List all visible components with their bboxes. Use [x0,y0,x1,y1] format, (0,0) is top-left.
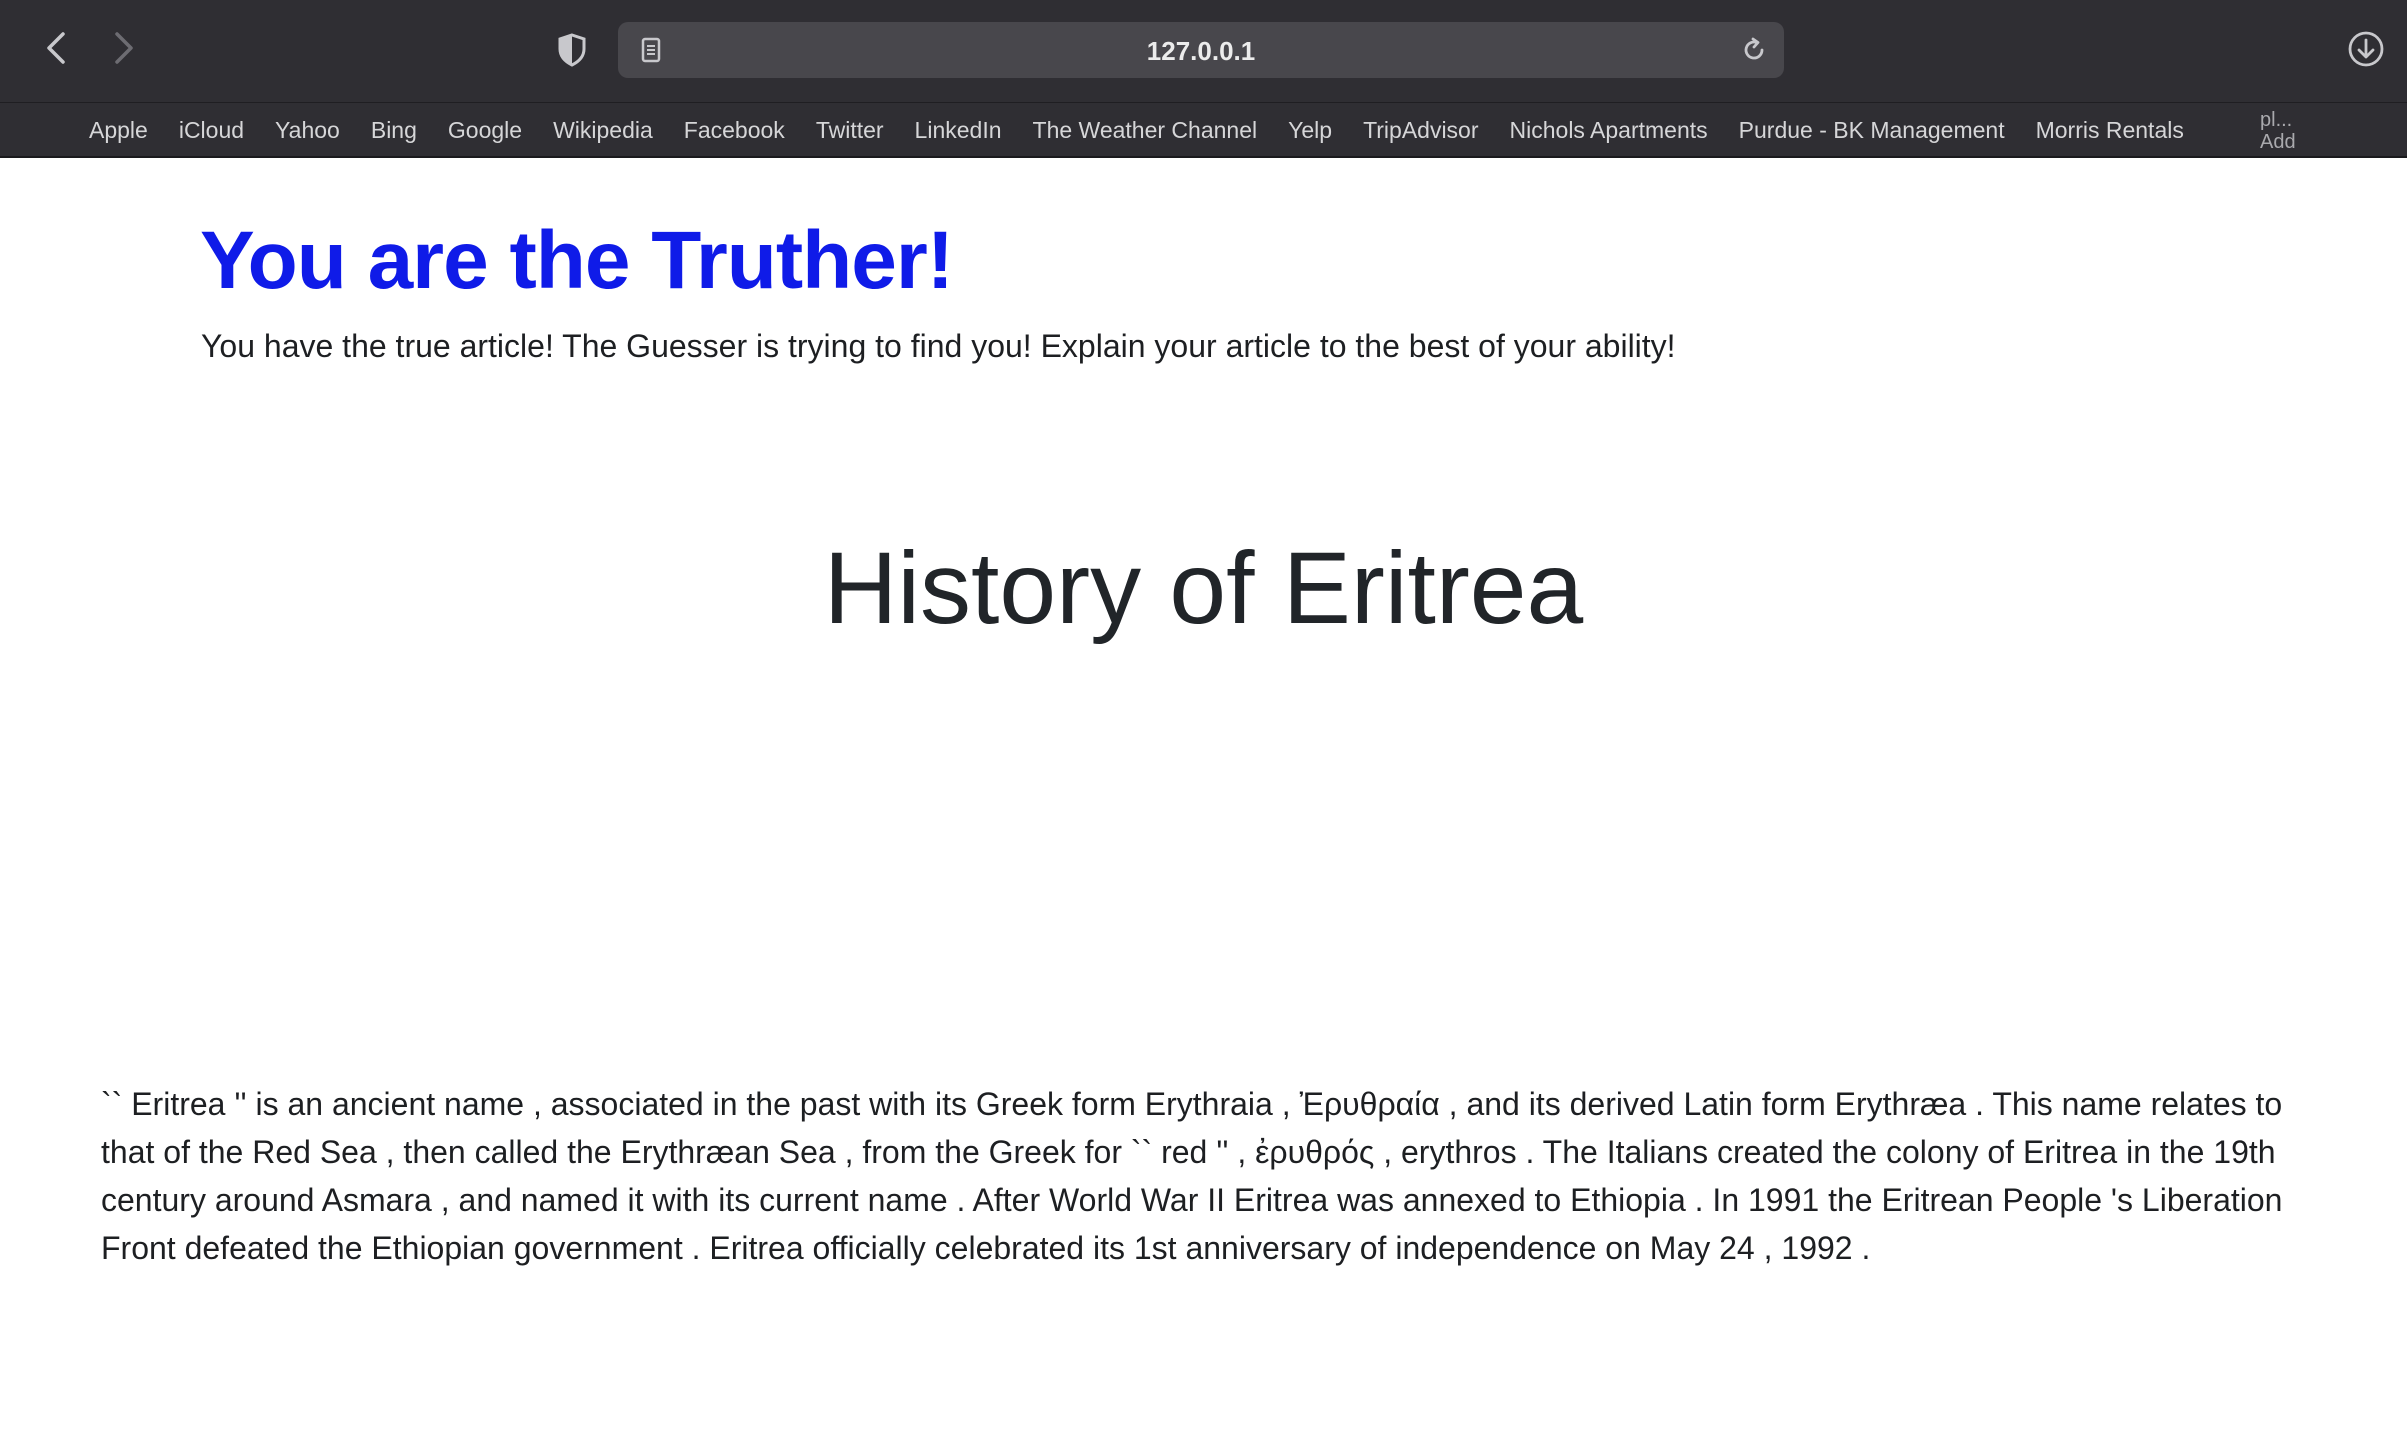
favorite-item-apple[interactable]: Apple [89,117,148,144]
favorite-item-google[interactable]: Google [448,117,522,144]
downloads-button[interactable] [2343,26,2389,72]
favorites-overflow-button[interactable]: pl... Add [2260,109,2320,153]
favorite-item-yahoo[interactable]: Yahoo [275,117,340,144]
role-instructions: You have the true article! The Guesser i… [201,328,1676,364]
download-icon [2348,31,2384,67]
favorite-item-yelp[interactable]: Yelp [1288,117,1332,144]
favorite-item-tripadvisor[interactable]: TripAdvisor [1363,117,1478,144]
article-title: History of Eritrea [823,531,1584,645]
favorite-item-purdue-bk-management[interactable]: Purdue - BK Management [1739,117,2005,144]
browser-toolbar: 127.0.0.1 [0,0,2407,102]
favorite-item-wikipedia[interactable]: Wikipedia [553,117,653,144]
reload-icon[interactable] [1738,34,1770,66]
role-title: You are the Truther! [200,215,954,306]
favorite-item-linkedin[interactable]: LinkedIn [915,117,1002,144]
favorites-bar: Apple iCloud Yahoo Bing Google Wikipedia Faceb… [0,102,2407,158]
favorite-item-morris-rentals[interactable]: Morris Rentals [2036,117,2184,144]
favorite-item-icloud[interactable]: iCloud [179,117,244,144]
article-body: `` Eritrea '' is an ancient name , assoc… [101,1086,2283,1266]
chevron-right-icon [115,32,133,64]
favorite-item-nichols-apartments[interactable]: Nichols Apartments [1510,117,1708,144]
favorite-item-bing[interactable]: Bing [371,117,417,144]
address-bar[interactable]: 127.0.0.1 [618,22,1784,78]
forward-button[interactable] [100,24,148,72]
favorite-item-twitter[interactable]: Twitter [816,117,884,144]
privacy-report-button[interactable] [548,26,596,74]
shield-icon [558,33,586,67]
favorite-item-facebook[interactable]: Facebook [684,117,785,144]
page-content: You are the Truther! You have the true a… [0,160,2407,1445]
favorite-item-the-weather-channel[interactable]: The Weather Channel [1033,117,1258,144]
favorites-list: Apple iCloud Yahoo Bing Google Wikipedia Faceb… [89,103,2215,156]
url-text[interactable]: 127.0.0.1 [618,36,1784,66]
back-button[interactable] [32,24,80,72]
chevron-left-icon [47,32,65,64]
